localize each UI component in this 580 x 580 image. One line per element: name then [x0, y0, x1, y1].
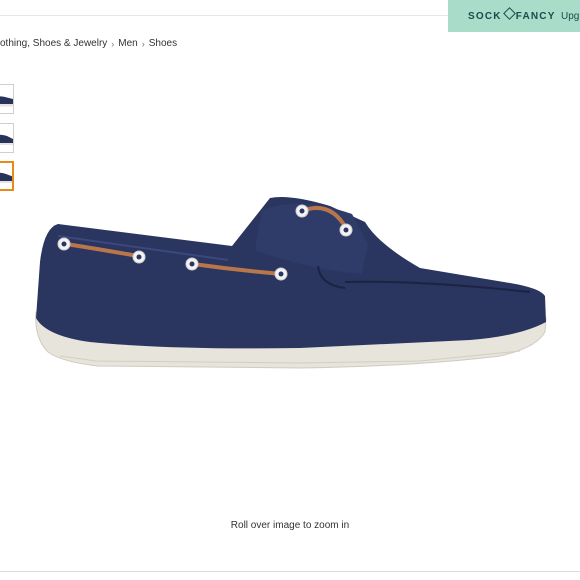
navy-boat-shoe-image[interactable]: [0, 0, 580, 580]
zoom-hint: Roll over image to zoom in: [230, 520, 350, 531]
bottom-divider: [0, 571, 580, 572]
